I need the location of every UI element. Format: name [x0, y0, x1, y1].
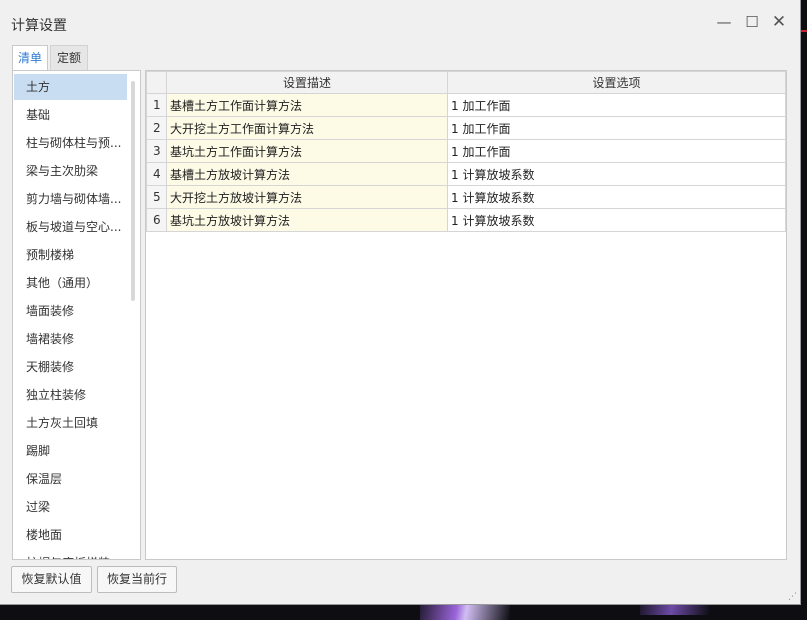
list-scrollbar[interactable] — [131, 81, 135, 301]
row-number[interactable]: 1 — [146, 93, 167, 117]
list-item[interactable]: 土方灰土回填 — [14, 410, 127, 436]
option-cell[interactable]: 1 加工作面 — [447, 139, 786, 163]
minimize-icon[interactable]: — — [714, 12, 734, 32]
settings-grid: 设置描述 设置选项 1 基槽土方工作面计算方法 1 加工作面 2 大开挖土方工作… — [145, 70, 787, 560]
option-cell[interactable]: 1 计算放坡系数 — [447, 162, 786, 186]
row-number[interactable]: 3 — [146, 139, 167, 163]
list-item[interactable]: 天棚装修 — [14, 354, 127, 380]
description-cell[interactable]: 基槽土方工作面计算方法 — [166, 93, 448, 117]
list-item[interactable]: 墙裙装修 — [14, 326, 127, 352]
list-item[interactable]: 预制楼梯 — [14, 242, 127, 268]
list-item[interactable]: 墙面装修 — [14, 298, 127, 324]
column-header-description[interactable]: 设置描述 — [166, 71, 448, 94]
description-cell[interactable]: 大开挖土方放坡计算方法 — [166, 185, 448, 209]
row-number[interactable]: 6 — [146, 208, 167, 232]
restore-current-row-button[interactable]: 恢复当前行 — [97, 566, 177, 593]
description-cell[interactable]: 大开挖土方工作面计算方法 — [166, 116, 448, 140]
list-item[interactable]: 柱与砌体柱与预... — [14, 130, 127, 156]
title-bar[interactable]: 计算设置 — ☐ ✕ — [0, 0, 800, 44]
tab-list[interactable]: 清单 — [12, 45, 48, 71]
close-icon[interactable]: ✕ — [769, 12, 789, 32]
category-list: 土方 基础 柱与砌体柱与预... 梁与主次肋梁 剪力墙与砌体墙... 板与坡道与… — [12, 70, 141, 560]
settings-dialog: 计算设置 — ☐ ✕ 清单 定额 土方 基础 柱与砌体柱与预... 梁与主次肋梁… — [0, 0, 801, 605]
option-cell[interactable]: 1 计算放坡系数 — [447, 185, 786, 209]
settings-table: 设置描述 设置选项 1 基槽土方工作面计算方法 1 加工作面 2 大开挖土方工作… — [146, 71, 786, 232]
list-item[interactable]: 梁与主次肋梁 — [14, 158, 127, 184]
corner-cell[interactable] — [146, 71, 167, 94]
list-item[interactable]: 踢脚 — [14, 438, 127, 464]
row-number[interactable]: 4 — [146, 162, 167, 186]
option-cell[interactable]: 1 加工作面 — [447, 93, 786, 117]
table-row[interactable]: 1 基槽土方工作面计算方法 1 加工作面 — [146, 93, 786, 117]
table-row[interactable]: 3 基坑土方工作面计算方法 1 加工作面 — [146, 139, 786, 163]
list-item[interactable]: 其他（通用） — [14, 270, 127, 296]
list-item[interactable]: 基础 — [14, 102, 127, 128]
tab-quota[interactable]: 定额 — [50, 45, 88, 70]
list-item[interactable]: 楼地面 — [14, 522, 127, 548]
description-cell[interactable]: 基坑土方放坡计算方法 — [166, 208, 448, 232]
column-header-option[interactable]: 设置选项 — [447, 71, 786, 94]
description-cell[interactable]: 基槽土方放坡计算方法 — [166, 162, 448, 186]
table-row[interactable]: 4 基槽土方放坡计算方法 1 计算放坡系数 — [146, 162, 786, 186]
maximize-icon[interactable]: ☐ — [742, 12, 762, 32]
background-line — [800, 30, 807, 32]
option-cell[interactable]: 1 加工作面 — [447, 116, 786, 140]
table-row[interactable]: 5 大开挖土方放坡计算方法 1 计算放坡系数 — [146, 185, 786, 209]
restore-default-button[interactable]: 恢复默认值 — [11, 566, 92, 593]
table-header-row: 设置描述 设置选项 — [146, 71, 786, 94]
option-cell[interactable]: 1 计算放坡系数 — [447, 208, 786, 232]
row-number[interactable]: 5 — [146, 185, 167, 209]
description-cell[interactable]: 基坑土方工作面计算方法 — [166, 139, 448, 163]
table-row[interactable]: 6 基坑土方放坡计算方法 1 计算放坡系数 — [146, 208, 786, 232]
row-number[interactable]: 2 — [146, 116, 167, 140]
list-item[interactable]: 独立柱装修 — [14, 382, 127, 408]
table-row[interactable]: 2 大开挖土方工作面计算方法 1 加工作面 — [146, 116, 786, 140]
list-item[interactable]: 土方 — [14, 74, 127, 100]
list-item[interactable]: 剪力墙与砌体墙... — [14, 186, 127, 212]
list-item[interactable]: 板与坡道与空心... — [14, 214, 127, 240]
list-item[interactable]: 保温层 — [14, 466, 127, 492]
list-item[interactable]: 柱帽与底板梯装 — [14, 550, 127, 559]
resize-grip-icon[interactable]: ⋰ — [788, 592, 797, 602]
dialog-title: 计算设置 — [11, 18, 67, 34]
list-item[interactable]: 过梁 — [14, 494, 127, 520]
